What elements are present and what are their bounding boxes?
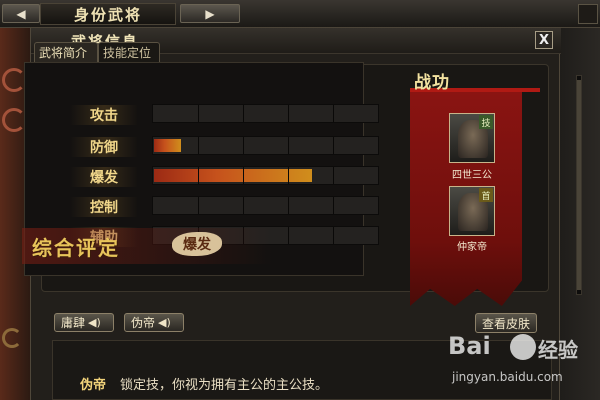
- skill-description-name: 伪帝: [80, 378, 107, 393]
- chevron-right-icon: ▶: [205, 6, 215, 21]
- bar-segment-divider: [288, 227, 289, 244]
- close-icon: X: [538, 32, 550, 48]
- paw-icon: [510, 334, 536, 360]
- skill-description-text: 锁定技，你视为拥有主公的主公技。: [120, 378, 329, 393]
- merit-card[interactable]: 技: [449, 113, 495, 163]
- swirl-ornament: [2, 328, 22, 348]
- rating-badge: 爆发: [172, 232, 222, 256]
- speaker-icon: ◀): [88, 316, 101, 329]
- bar-segment-divider: [243, 105, 244, 122]
- bar-segment-divider: [288, 105, 289, 122]
- bar-segment-divider: [243, 167, 244, 184]
- bar-segment-divider: [198, 137, 199, 154]
- tab-skill-role[interactable]: 技能定位: [98, 42, 160, 62]
- speaker-icon: ◀): [158, 316, 171, 329]
- bar-segment-divider: [198, 197, 199, 214]
- chevron-left-icon: ◀: [16, 6, 26, 21]
- merit-tag: 技: [479, 115, 493, 129]
- scrollbar-thumb[interactable]: [577, 80, 581, 290]
- skill-label: 庸肆: [61, 316, 86, 330]
- bar-segment-divider: [333, 197, 334, 214]
- next-hero-button[interactable]: ▶: [180, 4, 240, 23]
- swirl-ornament: [2, 68, 26, 92]
- skill-button-yongsi[interactable]: 庸肆 ◀): [54, 313, 114, 332]
- bar-segment-divider: [333, 167, 334, 184]
- stat-bar: [152, 136, 379, 155]
- stat-bar: [152, 104, 379, 123]
- close-button[interactable]: X: [535, 31, 553, 49]
- bar-segment-divider: [243, 197, 244, 214]
- merit-card[interactable]: 首: [449, 186, 495, 236]
- bar-segment-divider: [288, 137, 289, 154]
- bar-segment-divider: [333, 137, 334, 154]
- stat-bar: [152, 196, 379, 215]
- stat-label: 防御: [70, 137, 138, 157]
- merit-title: 战功: [414, 73, 450, 93]
- bar-segment-divider: [333, 227, 334, 244]
- bar-segment-divider: [198, 167, 199, 184]
- top-bar: ◀ 身份武将 ▶: [0, 0, 600, 28]
- bar-segment-divider: [288, 167, 289, 184]
- tab-hero-intro[interactable]: 武将简介: [34, 42, 98, 62]
- overall-rating: 综合评定 爆发: [22, 228, 272, 264]
- skill-button-weidi[interactable]: 伪帝 ◀): [124, 313, 184, 332]
- merit-name: 四世三公: [452, 170, 492, 181]
- merit-name: 仲家帝: [457, 242, 487, 253]
- bar-segment-divider: [333, 105, 334, 122]
- top-corner-frame: [578, 4, 598, 24]
- merit-tag: 首: [479, 188, 493, 202]
- rating-title: 综合评定: [32, 236, 120, 260]
- stat-label: 攻击: [70, 105, 138, 125]
- stat-label: 爆发: [70, 167, 138, 187]
- bar-segment-divider: [243, 137, 244, 154]
- swirl-ornament: [2, 108, 26, 132]
- bar-segment-divider: [198, 105, 199, 122]
- stat-label: 控制: [70, 197, 138, 217]
- bar-segment-divider: [288, 197, 289, 214]
- watermark-logo: Bai: [448, 332, 491, 360]
- watermark-url: jingyan.baidu.com: [452, 370, 563, 384]
- hero-category-title: 身份武将: [40, 3, 176, 25]
- watermark-suffix: 经验: [538, 338, 578, 362]
- stat-bar: [152, 166, 379, 185]
- skill-label: 伪帝: [131, 316, 156, 330]
- prev-hero-button[interactable]: ◀: [2, 4, 40, 23]
- watermark: Bai 经验 jingyan.baidu.com: [440, 330, 590, 390]
- stat-fill: [154, 139, 181, 152]
